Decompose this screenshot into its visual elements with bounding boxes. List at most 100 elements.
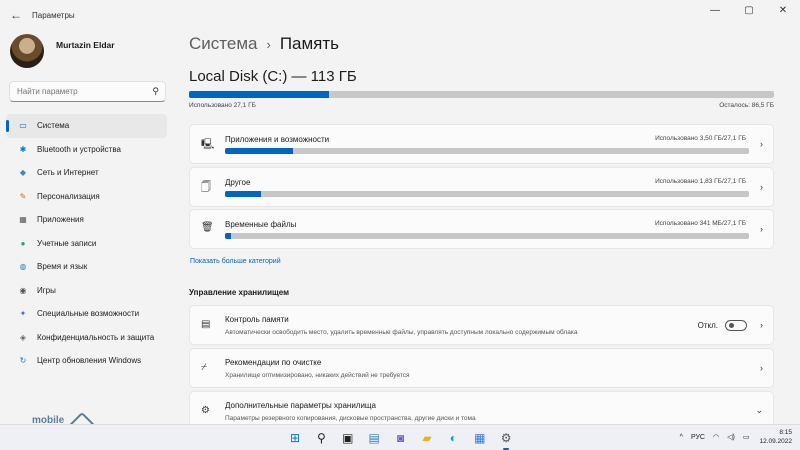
- sidebar-item[interactable]: ✱ Bluetooth и устройства: [6, 138, 167, 162]
- chevron-right-icon: ›: [760, 363, 763, 373]
- brush-icon: ✎: [19, 191, 27, 201]
- storage-sense-toggle[interactable]: [725, 320, 747, 331]
- advanced-subtitle: Параметры резервного копирования, дисков…: [225, 415, 476, 422]
- disk-title: Local Disk (C:) — 113 ГБ: [189, 68, 357, 85]
- category-usage-bar: [225, 233, 749, 239]
- language-indicator[interactable]: РУС: [691, 434, 705, 441]
- sidebar-item-label: Центр обновления Windows: [37, 356, 142, 366]
- search-input[interactable]: [17, 87, 147, 96]
- sidebar-item[interactable]: ▦ Приложения: [6, 208, 167, 232]
- sidebar-item-label: Время и язык: [37, 262, 88, 272]
- start-icon[interactable]: ⊞: [285, 428, 305, 448]
- storage-sense-card[interactable]: ▤ Контроль памяти Автоматически освободи…: [189, 305, 774, 345]
- sidebar-item-label: Персонализация: [37, 191, 100, 201]
- settings-icon[interactable]: ⚙: [496, 428, 516, 450]
- taskbar: ⊞ ⚲ ▣ ▤ ◙ ▰ ◐ ▦ ⚙ ^ РУС ◠ ◁) ▭ 8:15 12.09.2022: [0, 424, 800, 450]
- storage-category-card[interactable]: 🗑 Временные файлы Использовано 341 МБ/27,1…: [189, 209, 774, 249]
- sidebar-item[interactable]: ◈ Конфиденциальность и защита: [6, 326, 167, 350]
- cleanup-recommendations-card[interactable]: ⌿ Рекомендации по очистке Хранилище опти…: [189, 348, 774, 388]
- clock[interactable]: 8:15 12.09.2022: [759, 428, 792, 446]
- globe-icon: ◍: [19, 262, 27, 272]
- sidebar-item-label: Bluetooth и устройства: [37, 144, 121, 154]
- apps-features-icon: 🖳: [201, 139, 215, 150]
- category-usage-fill: [225, 191, 261, 197]
- page-title: Память: [279, 34, 340, 53]
- chevron-right-icon: ›: [760, 139, 763, 149]
- sidebar-item-label: Специальные возможности: [37, 309, 140, 319]
- sidebar-item[interactable]: ✎ Персонализация: [6, 185, 167, 209]
- breadcrumb-parent[interactable]: Система: [189, 34, 257, 53]
- edge-icon[interactable]: ◐: [443, 428, 463, 448]
- disk-usage-bar: [189, 91, 774, 98]
- wifi-icon[interactable]: ◠: [713, 433, 719, 441]
- volume-icon[interactable]: ◁): [727, 433, 735, 441]
- explorer-icon[interactable]: ▰: [417, 428, 437, 448]
- close-icon[interactable]: ✕: [766, 0, 800, 20]
- sidebar-item-label: Учетные записи: [37, 238, 97, 248]
- gamepad-icon: ◉: [19, 285, 27, 295]
- storage-category-card[interactable]: 🗍 Другое Использовано 1,83 ГБ/27,1 ГБ ›: [189, 167, 774, 207]
- tray-chevron-icon[interactable]: ^: [680, 434, 683, 441]
- file-icon: 🗍: [201, 182, 211, 193]
- category-usage-fill: [225, 148, 294, 154]
- widgets-icon[interactable]: ▤: [364, 428, 384, 448]
- disk-used-text: Использовано 27,1 ГБ: [189, 102, 256, 109]
- storage-category-card[interactable]: 🖳 Приложения и возможности Использовано 3,…: [189, 124, 774, 164]
- chevron-right-icon: ›: [760, 182, 763, 192]
- show-more-categories-link[interactable]: Показать больше категорий: [190, 258, 281, 265]
- chevron-right-icon: ›: [760, 320, 763, 330]
- maximize-icon[interactable]: ▢: [732, 0, 766, 20]
- battery-icon[interactable]: ▭: [743, 433, 750, 441]
- sidebar-item[interactable]: ● Учетные записи: [6, 232, 167, 256]
- sidebar-item[interactable]: ◆ Сеть и Интернет: [6, 161, 167, 185]
- store-icon[interactable]: ▦: [470, 428, 490, 448]
- storage-sense-toggle-label: Откл.: [697, 321, 718, 330]
- category-usage-bar: [225, 191, 749, 197]
- shield-icon: ◈: [19, 332, 27, 342]
- cleanup-subtitle: Хранилище оптимизировано, никаких действ…: [225, 372, 410, 379]
- category-usage-bar: [225, 148, 749, 154]
- user-name: Murtazin Eldar: [56, 40, 115, 50]
- gear-icon: ⚙: [201, 405, 210, 416]
- title-bar: ← Параметры — ▢ ✕: [0, 0, 800, 30]
- disk-usage-fill: [189, 91, 330, 98]
- breadcrumb: Система › Память: [189, 34, 339, 54]
- sidebar-item[interactable]: ◍ Время и язык: [6, 255, 167, 279]
- storage-sense-subtitle: Автоматически освободить место, удалить …: [225, 329, 578, 336]
- disk-free-text: Осталось: 86,5 ГБ: [719, 102, 774, 109]
- accessibility-icon: ✦: [19, 309, 27, 319]
- category-name: Временные файлы: [225, 220, 297, 229]
- network-icon: ◆: [19, 168, 27, 178]
- chevron-right-icon: ›: [760, 224, 763, 234]
- storage-management-heading: Управление хранилищем: [189, 288, 290, 297]
- sidebar-item[interactable]: ▭ Система: [6, 114, 167, 138]
- storage-sense-title: Контроль памяти: [225, 315, 289, 324]
- sidebar-item-label: Приложения: [37, 215, 84, 225]
- search-icon[interactable]: ⚲: [311, 428, 331, 448]
- category-usage: Использовано 341 МБ/27,1 ГБ: [655, 220, 746, 227]
- broom-icon: ⌿: [201, 362, 207, 373]
- category-name: Приложения и возможности: [225, 135, 330, 144]
- system-tray: ^ РУС ◠ ◁) ▭ 8:15 12.09.2022: [672, 428, 792, 446]
- sidebar-item-label: Игры: [37, 285, 56, 295]
- avatar: [10, 34, 44, 68]
- user-profile[interactable]: Murtazin Eldar: [10, 34, 115, 68]
- sidebar-item[interactable]: ↻ Центр обновления Windows: [6, 349, 167, 373]
- category-usage: Использовано 3,50 ГБ/27,1 ГБ: [655, 135, 746, 142]
- clock-date: 12.09.2022: [759, 438, 792, 445]
- sidebar-item[interactable]: ✦ Специальные возможности: [6, 302, 167, 326]
- minimize-icon[interactable]: —: [698, 0, 732, 20]
- apps-icon: ▦: [19, 215, 27, 225]
- update-icon: ↻: [19, 356, 27, 366]
- window-controls: — ▢ ✕: [698, 0, 800, 20]
- taskbar-apps: ⊞ ⚲ ▣ ▤ ◙ ▰ ◐ ▦ ⚙: [285, 428, 523, 450]
- sidebar-nav: ▭ Система ✱ Bluetooth и устройства ◆ Сеть и И…: [6, 114, 167, 373]
- sidebar-item[interactable]: ◉ Игры: [6, 279, 167, 303]
- chevron-down-icon: ⌄: [755, 405, 763, 415]
- back-arrow-icon[interactable]: ←: [2, 8, 30, 22]
- task-view-icon[interactable]: ▣: [338, 428, 358, 448]
- sidebar-item-label: Сеть и Интернет: [37, 168, 99, 178]
- search-box[interactable]: ⚲: [9, 81, 166, 102]
- chat-icon[interactable]: ◙: [391, 428, 411, 448]
- storage-sense-icon: ▤: [201, 319, 211, 330]
